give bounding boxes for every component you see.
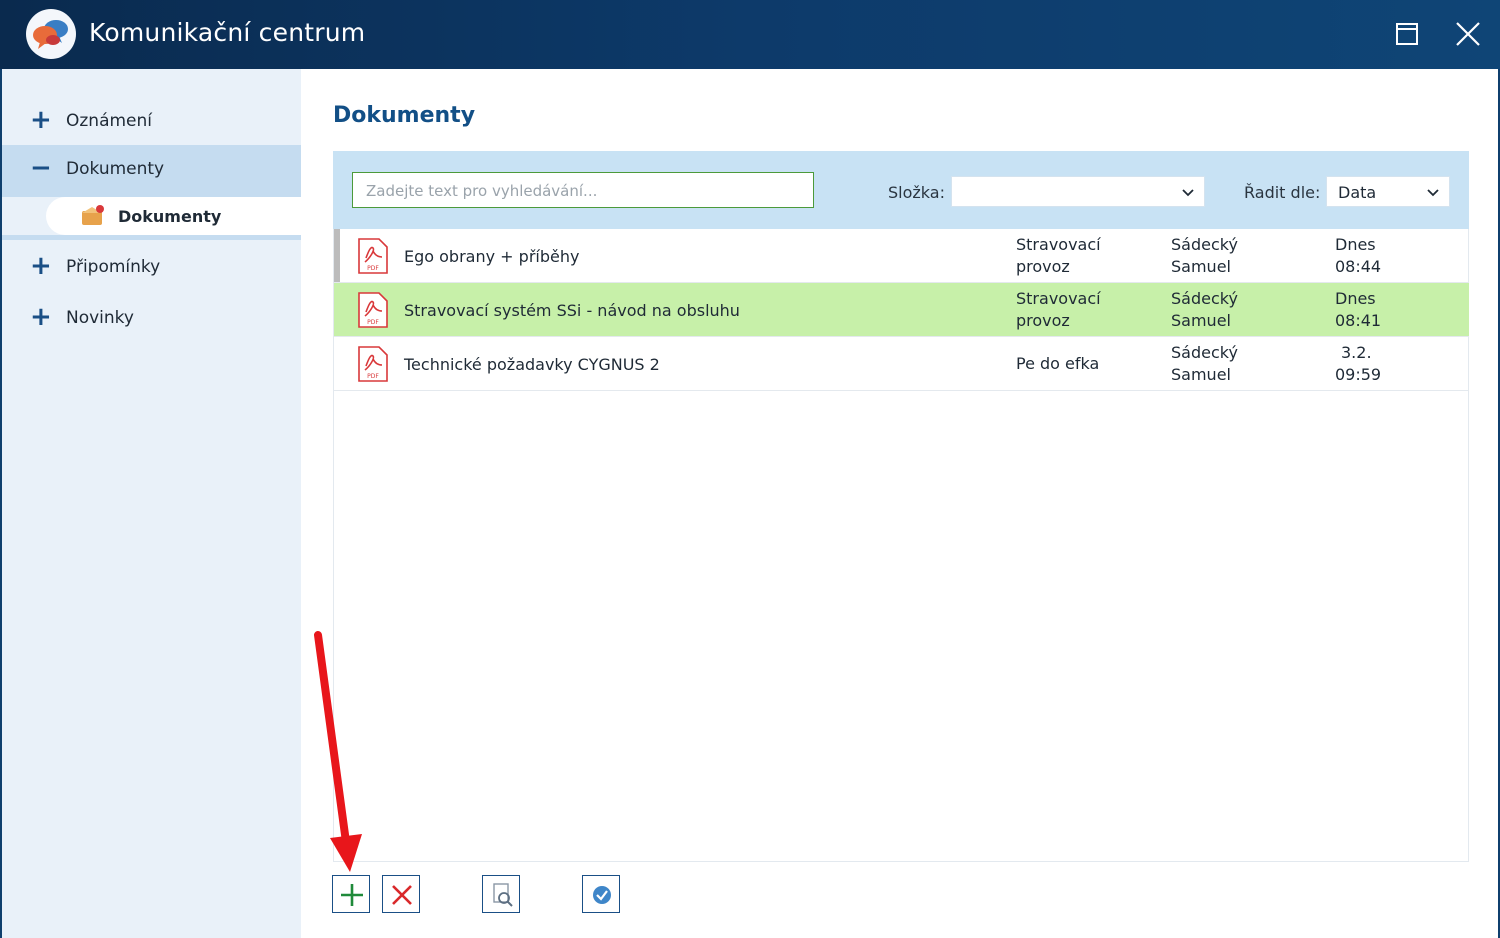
expand-icon[interactable]: + xyxy=(30,253,52,279)
document-folder: Stravovací provoz xyxy=(1016,235,1101,276)
document-author: Sádecký Samuel xyxy=(1171,343,1238,384)
sidebar-subitem-dokumenty[interactable]: Dokumenty xyxy=(46,197,301,235)
pdf-badge-text: PDF xyxy=(367,373,379,380)
sidebar-item-label: Dokumenty xyxy=(66,159,165,179)
window-title: Komunikační centrum xyxy=(89,18,366,47)
pdf-badge-text: PDF xyxy=(367,319,379,326)
document-folder: Pe do efka xyxy=(1016,354,1100,373)
document-row[interactable]: PDF Technické požadavky CYGNUS 2 Pe do e… xyxy=(334,337,1469,391)
document-author: Sádecký Samuel xyxy=(1171,235,1238,276)
document-list: PDF Ego obrany + příběhy Stravovací provo… xyxy=(333,229,1469,862)
sort-label: Řadit dle: xyxy=(1244,183,1321,202)
delete-icon xyxy=(392,885,412,905)
folder-label: Složka: xyxy=(888,183,945,202)
sidebar-item-oznameni[interactable]: + Oznámení xyxy=(2,97,301,143)
title-bar: Komunikační centrum xyxy=(0,0,1500,69)
sidebar-item-pripominky[interactable]: + Připomínky xyxy=(2,243,301,289)
filter-toolbar: Zadejte text pro vyhledávání... Složka: … xyxy=(333,151,1469,229)
sidebar-item-label: Připomínky xyxy=(66,257,161,277)
document-author: Sádecký Samuel xyxy=(1171,289,1238,330)
sidebar: + Oznámení − Dokumenty Dokumenty + Připo… xyxy=(2,69,301,938)
pdf-icon: PDF xyxy=(357,292,389,328)
document-name: Ego obrany + příběhy xyxy=(404,247,580,266)
search-input[interactable]: Zadejte text pro vyhledávání... xyxy=(352,172,814,208)
collapse-icon[interactable]: − xyxy=(30,155,52,181)
confirm-button[interactable] xyxy=(582,875,620,913)
delete-button[interactable] xyxy=(382,875,420,913)
document-name: Stravovací systém SSi - návod na obsluhu xyxy=(404,301,740,320)
documents-folder-icon xyxy=(80,203,106,227)
sort-select-value: Data xyxy=(1338,183,1377,202)
close-icon[interactable] xyxy=(1452,18,1484,50)
sidebar-subitem-label: Dokumenty xyxy=(118,207,222,226)
pdf-icon: PDF xyxy=(357,346,389,382)
document-row[interactable]: PDF Ego obrany + příběhy Stravovací provo… xyxy=(334,229,1469,283)
app-logo-icon xyxy=(26,9,76,59)
folder-select[interactable] xyxy=(951,176,1205,207)
confirm-icon xyxy=(593,886,611,904)
document-folder: Stravovací provoz xyxy=(1016,289,1101,330)
row-focus-marker xyxy=(334,229,340,282)
pdf-icon: PDF xyxy=(357,238,389,274)
add-button[interactable] xyxy=(332,875,370,913)
document-time: 09:59 xyxy=(1335,365,1382,384)
add-icon xyxy=(341,884,363,906)
document-date: Dnes 08:44 xyxy=(1335,235,1382,276)
document-row-selected[interactable]: PDF Stravovací systém SSi - návod na obs… xyxy=(334,283,1469,337)
expand-icon[interactable]: + xyxy=(30,304,52,330)
preview-button[interactable] xyxy=(482,875,520,913)
expand-icon[interactable]: + xyxy=(30,107,52,133)
active-section-divider xyxy=(2,235,301,240)
pdf-badge-text: PDF xyxy=(367,265,379,272)
sidebar-item-novinky[interactable]: + Novinky xyxy=(2,294,301,340)
preview-icon xyxy=(493,883,513,907)
sort-select[interactable]: Data xyxy=(1326,176,1450,207)
sidebar-item-label: Novinky xyxy=(66,308,134,328)
document-date: Dnes 08:41 xyxy=(1335,289,1382,330)
maximize-icon[interactable] xyxy=(1391,18,1423,50)
chevron-down-icon xyxy=(1426,185,1440,199)
search-placeholder: Zadejte text pro vyhledávání... xyxy=(366,182,598,200)
document-date: 3.2. xyxy=(1341,343,1372,362)
chevron-down-icon xyxy=(1181,185,1195,199)
sidebar-item-label: Oznámení xyxy=(66,111,153,131)
document-name: Technické požadavky CYGNUS 2 xyxy=(404,355,660,374)
page-title: Dokumenty xyxy=(333,103,476,128)
sidebar-item-dokumenty[interactable]: − Dokumenty xyxy=(2,145,301,197)
annotation-arrow-icon xyxy=(314,631,362,872)
